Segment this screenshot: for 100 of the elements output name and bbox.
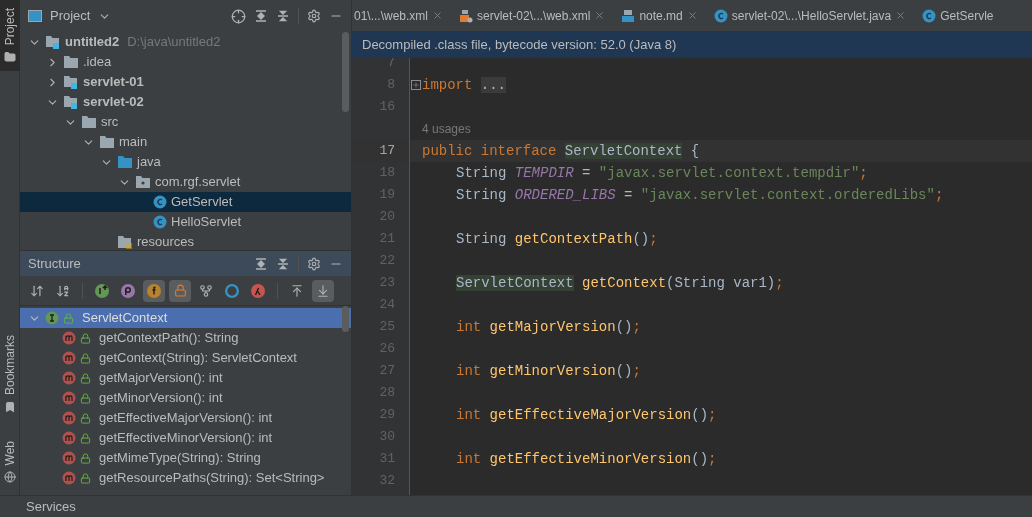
close-icon[interactable]	[686, 10, 698, 21]
scrollbar-thumb[interactable]	[342, 306, 349, 332]
tree-item-label: com.rgf.servlet	[155, 173, 241, 192]
tree-item-label: resources	[137, 233, 195, 250]
method-icon	[62, 351, 76, 365]
code-line: import ...	[422, 75, 507, 95]
tree-item-label: getEffectiveMajorVersion(): int	[99, 409, 273, 428]
tool-window-tab[interactable]: Project	[0, 0, 20, 72]
resources-folder-icon	[117, 234, 133, 250]
close-icon[interactable]	[594, 10, 606, 21]
tree-item[interactable]: GetServlet	[20, 192, 351, 212]
collapse-all-icon[interactable]	[276, 256, 290, 271]
tree-item[interactable]: getResourcePaths(String): Set<String>	[20, 468, 351, 488]
info-banner: Decompiled .class file, bytecode version: 52.0 (Java 8)	[352, 32, 1032, 58]
tree-item[interactable]: getMimeType(String): String	[20, 448, 351, 468]
tool-window-tab[interactable]: Bookmarks	[0, 326, 20, 421]
tree-item[interactable]: com.rgf.servlet	[20, 172, 351, 192]
usages-hint[interactable]: 4 usages	[422, 120, 471, 140]
close-icon[interactable]	[432, 10, 444, 21]
xml-file-icon	[459, 8, 474, 23]
tree-item[interactable]: getMajorVersion(): int	[20, 368, 351, 388]
tab-label: servlet-02\...\HelloServlet.java	[731, 7, 892, 25]
tree-item[interactable]: main	[20, 132, 351, 152]
lock-icon	[80, 452, 91, 464]
module-folder-icon	[63, 74, 79, 90]
module-folder-icon	[63, 94, 79, 110]
code-line: ServletContext getContext(String var1);	[455, 273, 784, 293]
class-icon	[922, 8, 937, 23]
editor-tab[interactable]: GetServle	[914, 0, 1002, 31]
code-line: String TEMPDIR = "javax.servlet.context.tempdir";	[455, 163, 868, 183]
package-icon	[135, 175, 151, 189]
lock-icon	[173, 284, 187, 297]
expand-all-icon[interactable]	[254, 256, 268, 271]
tree-item[interactable]: ServletContext	[20, 308, 351, 328]
panel-title[interactable]: Project	[50, 6, 91, 26]
field-badge-icon	[146, 282, 162, 299]
collapse-all-icon[interactable]	[276, 9, 290, 23]
tree-item[interactable]: untitled2 D:\java\untitled2	[20, 32, 351, 52]
tree-item-label: src	[101, 113, 119, 132]
tree-item[interactable]: getContextPath(): String	[20, 328, 351, 348]
folder-icon	[99, 135, 115, 149]
toolbar-toggle[interactable]	[169, 279, 191, 302]
services-tab[interactable]: Services	[26, 496, 76, 517]
tree-item[interactable]: servlet-01	[20, 72, 351, 92]
tree-item[interactable]: getEffectiveMinorVersion(): int	[20, 428, 351, 448]
scrollbar-thumb[interactable]	[342, 32, 349, 112]
lock-icon	[80, 432, 91, 444]
expand-all-icon[interactable]	[254, 9, 268, 23]
tree-item[interactable]: java	[20, 152, 351, 172]
tree-item[interactable]: resources	[20, 232, 351, 250]
ring-icon	[225, 283, 239, 298]
interface-icon	[45, 311, 59, 325]
fold-icon[interactable]	[411, 80, 421, 90]
line-number: 17	[379, 142, 395, 161]
method-icon	[62, 471, 76, 485]
lambda-badge-icon	[250, 282, 266, 299]
editor-tab[interactable]: servlet-02\...\web.xml	[451, 0, 614, 31]
tree-item[interactable]: .idea	[20, 52, 351, 72]
tool-window-label: Project	[2, 8, 18, 46]
fork-icon	[199, 283, 213, 298]
code-line: public interface ServletContext {	[422, 141, 700, 161]
tool-window-tab[interactable]: Web	[0, 432, 20, 491]
tree-item-label: .idea	[83, 53, 112, 72]
class-icon	[713, 8, 728, 23]
tree-item[interactable]: getEffectiveMajorVersion(): int	[20, 408, 351, 428]
settings-icon[interactable]	[307, 9, 321, 23]
tree-item-label: main	[119, 133, 148, 152]
tree-item-label: servlet-02	[83, 93, 144, 112]
close-icon[interactable]	[895, 10, 907, 21]
tree-item[interactable]: servlet-02	[20, 92, 351, 112]
tab-label: 01\...\web.xml	[354, 7, 429, 25]
method-icon	[62, 391, 76, 405]
toolbar-toggle[interactable]	[143, 279, 165, 302]
method-icon	[62, 451, 76, 465]
code-line: int getMajorVersion();	[455, 317, 641, 337]
tree-item-label: getResourcePaths(String): Set<String>	[99, 469, 325, 488]
window-icon	[28, 10, 42, 22]
lock-icon	[80, 352, 91, 364]
locate-icon[interactable]	[231, 8, 246, 24]
editor-tab[interactable]: servlet-02\...\HelloServlet.java	[705, 0, 915, 31]
globe-icon	[4, 471, 16, 483]
code-line: String getContextPath();	[455, 229, 658, 249]
settings-icon[interactable]	[307, 256, 321, 271]
module-folder-icon	[45, 34, 61, 50]
toolbar-toggle[interactable]	[312, 279, 334, 302]
method-icon	[62, 371, 76, 385]
tree-item[interactable]: HelloServlet	[20, 212, 351, 232]
tab-label: GetServle	[940, 7, 994, 25]
lock-icon	[80, 372, 91, 384]
editor-tab[interactable]: note.md	[613, 0, 706, 31]
tab-label: servlet-02\...\web.xml	[477, 7, 591, 25]
method-icon	[62, 331, 76, 345]
tool-window-label: Web	[2, 440, 18, 465]
tree-item[interactable]: src	[20, 112, 351, 132]
tree-item[interactable]: getMinorVersion(): int	[20, 388, 351, 408]
markdown-file-icon	[621, 8, 636, 23]
tree-item[interactable]: getContext(String): ServletContext	[20, 348, 351, 368]
editor-tab[interactable]: 01\...\web.xml	[352, 0, 452, 31]
source-folder-icon	[117, 155, 133, 169]
tree-item-label: GetServlet	[171, 193, 233, 212]
